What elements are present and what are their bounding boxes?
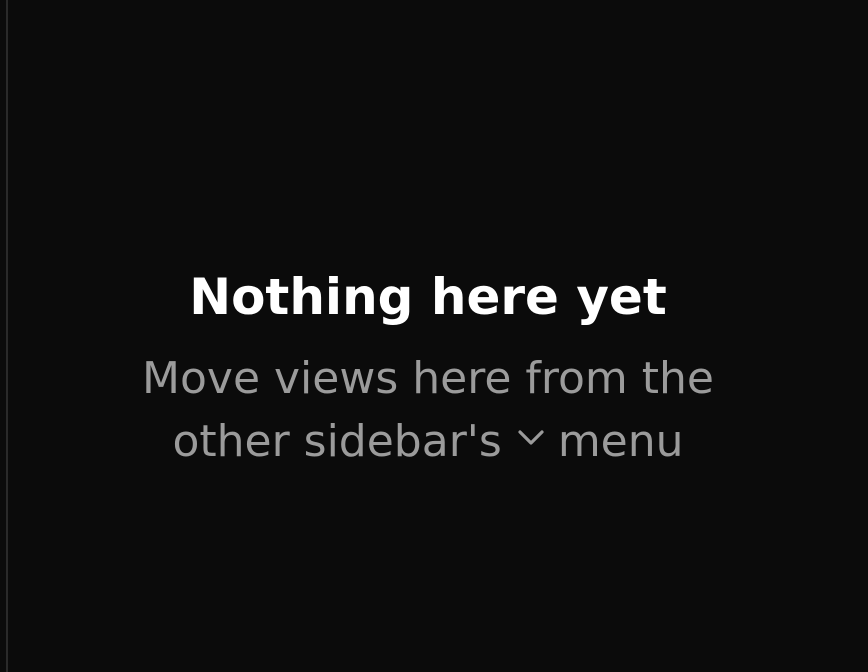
description-line-1: Move views here from the — [142, 353, 714, 404]
chevron-down-icon — [516, 427, 546, 449]
empty-state-title: Nothing here yet — [189, 268, 667, 326]
description-text-before-icon: other sidebar's — [172, 416, 502, 467]
secondary-sidebar: Nothing here yet Move views here from th… — [0, 0, 868, 672]
description-text-after-icon: menu — [557, 416, 684, 467]
empty-state-description: Move views here from the other sidebar's… — [0, 347, 862, 473]
description-line-2: other sidebar's menu — [0, 410, 862, 473]
empty-state: Nothing here yet Move views here from th… — [0, 262, 868, 473]
